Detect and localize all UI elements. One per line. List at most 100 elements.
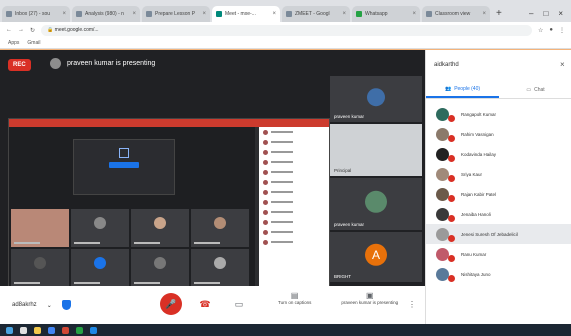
- list-item: [259, 147, 329, 157]
- mic-off-icon: [448, 134, 455, 142]
- list-item[interactable]: Nishitaya Juno: [426, 264, 571, 284]
- list-item[interactable]: Kodavinda Hailay: [426, 144, 571, 164]
- app-icon[interactable]: [62, 326, 69, 334]
- browser-tab-active[interactable]: Meet - mxe-... ×: [212, 6, 280, 22]
- presenter-banner: praveen kumar is presenting: [50, 58, 155, 69]
- tab-close-icon[interactable]: ×: [482, 11, 486, 17]
- tab-close-icon[interactable]: ×: [202, 11, 206, 17]
- tab-close-icon[interactable]: ×: [272, 11, 276, 17]
- list-item: [259, 137, 329, 147]
- close-icon[interactable]: ×: [560, 60, 565, 69]
- tab-label: Meet - mxe-...: [225, 11, 256, 17]
- camera-button[interactable]: ▭: [228, 293, 250, 315]
- tab-favicon-icon: [356, 11, 362, 17]
- chat-icon: ▭: [526, 87, 532, 93]
- list-item[interactable]: Rajan Kabir Patel: [426, 184, 571, 204]
- app-icon[interactable]: [90, 326, 97, 334]
- browser-tab[interactable]: Prepare Lesson P ×: [142, 6, 210, 22]
- list-item: [259, 127, 329, 137]
- tab-favicon-icon: [426, 11, 432, 17]
- avatar: [263, 169, 268, 175]
- maximize-icon[interactable]: □: [543, 6, 548, 22]
- browser-tab[interactable]: Whatsapp ×: [352, 6, 420, 22]
- chrome-icon[interactable]: [48, 326, 55, 334]
- panel-title: aidkarthd: [434, 62, 459, 68]
- people-icon: 👥: [444, 86, 452, 92]
- browser-tab[interactable]: Classroom view ×: [422, 6, 490, 22]
- tile-name-line: [134, 282, 160, 284]
- list-item[interactable]: Rangapolt Kumar: [426, 104, 571, 124]
- minimize-icon[interactable]: –: [529, 6, 533, 22]
- tab-close-icon[interactable]: ×: [62, 11, 66, 17]
- tab-close-icon[interactable]: ×: [342, 11, 346, 17]
- list-item[interactable]: Rahim Vasnigan: [426, 124, 571, 144]
- shield-icon[interactable]: [61, 300, 71, 310]
- start-icon[interactable]: [6, 326, 13, 334]
- browser-tab[interactable]: Analysis (980) - n ×: [72, 6, 140, 22]
- present-icon: [119, 148, 129, 158]
- leave-call-button[interactable]: ☎: [194, 293, 216, 315]
- mic-off-icon: [448, 254, 455, 262]
- address-bar-row: ← → ↻ 🔒 meet.google.com/... ☆ ● ⋮: [0, 22, 571, 38]
- participant-name: Sriya Kaur: [461, 171, 483, 177]
- grid-tile: [71, 249, 129, 287]
- search-icon[interactable]: [20, 326, 27, 334]
- participant-name: Ranu Kumar: [461, 251, 487, 257]
- tab-chat[interactable]: ▭ Chat: [499, 82, 571, 98]
- present-button: [109, 162, 139, 168]
- tile-name-line: [194, 242, 220, 244]
- bookmark-item[interactable]: Apps: [8, 40, 19, 46]
- avatar: A: [365, 243, 387, 266]
- list-item[interactable]: Jenesi Suresh Of Jebadelicil: [426, 224, 571, 244]
- list-line: [271, 181, 293, 183]
- reload-icon[interactable]: ↻: [30, 27, 35, 34]
- url-field[interactable]: 🔒 meet.google.com/...: [41, 24, 532, 36]
- browser-tab-bar: Inbox (27) - sou × Analysis (980) - n × Pr…: [0, 0, 571, 22]
- tab-people[interactable]: 👥 People (40): [426, 82, 499, 98]
- present-now-button[interactable]: ▣ praveen kumar is presenting: [341, 291, 398, 305]
- tab-close-icon[interactable]: ×: [412, 11, 416, 17]
- avatar: [214, 257, 226, 269]
- list-item[interactable]: Sriya Kaur: [426, 164, 571, 184]
- tab-close-icon[interactable]: ×: [132, 11, 136, 17]
- avatar: [263, 189, 268, 195]
- avatar: [154, 257, 166, 269]
- screenshot-frame: Inbox (27) - sou × Analysis (980) - n × Pr…: [0, 0, 571, 336]
- new-tab-button[interactable]: +: [492, 6, 506, 22]
- present-label: praveen kumar is presenting: [341, 300, 399, 305]
- participant-name: Jenesi Suresh Of Jebadelicil: [461, 231, 518, 237]
- participant-name: Rahim Vasnigan: [461, 131, 494, 137]
- grid-tile: [131, 249, 189, 287]
- app-icon[interactable]: [76, 326, 83, 334]
- mic-off-icon: [448, 174, 455, 182]
- back-icon[interactable]: ←: [6, 27, 12, 33]
- forward-icon[interactable]: →: [18, 27, 24, 33]
- tile-name-line: [194, 282, 220, 284]
- mic-off-button[interactable]: 🎤: [160, 293, 182, 315]
- avatar: [94, 257, 106, 269]
- chevron-down-icon: ⌄: [46, 302, 52, 309]
- avatar: [436, 107, 455, 122]
- avatar: [263, 199, 268, 205]
- folder-icon[interactable]: [34, 326, 41, 334]
- present-card: [73, 139, 175, 195]
- participant-tile: A BRIGHT: [330, 232, 422, 282]
- list-item[interactable]: Ranu Kumar: [426, 244, 571, 264]
- menu-icon[interactable]: ⋮: [559, 27, 565, 34]
- browser-tab[interactable]: Inbox (27) - sou ×: [2, 6, 70, 22]
- close-window-icon[interactable]: ×: [558, 6, 563, 22]
- participant-name: Nishitaya Juno: [461, 271, 491, 277]
- participant-grid: [9, 207, 255, 289]
- list-item[interactable]: Jenaiba Hanoli: [426, 204, 571, 224]
- captions-button[interactable]: ▤ Turn on captions: [278, 291, 311, 305]
- bookmark-item[interactable]: Gmail: [27, 40, 40, 46]
- more-options-icon[interactable]: ⋮: [408, 300, 416, 309]
- tile-name-line: [74, 282, 100, 284]
- present-icon: ▣: [365, 291, 374, 300]
- browser-tab[interactable]: ZMEET - Googl ×: [282, 6, 350, 22]
- star-icon[interactable]: ☆: [538, 27, 543, 34]
- meeting-details[interactable]: ad8akrhz ⌄: [12, 300, 71, 310]
- avatar: [50, 58, 61, 69]
- participant-name: Rajan Kabir Patel: [461, 191, 497, 197]
- profile-icon[interactable]: ●: [549, 27, 553, 33]
